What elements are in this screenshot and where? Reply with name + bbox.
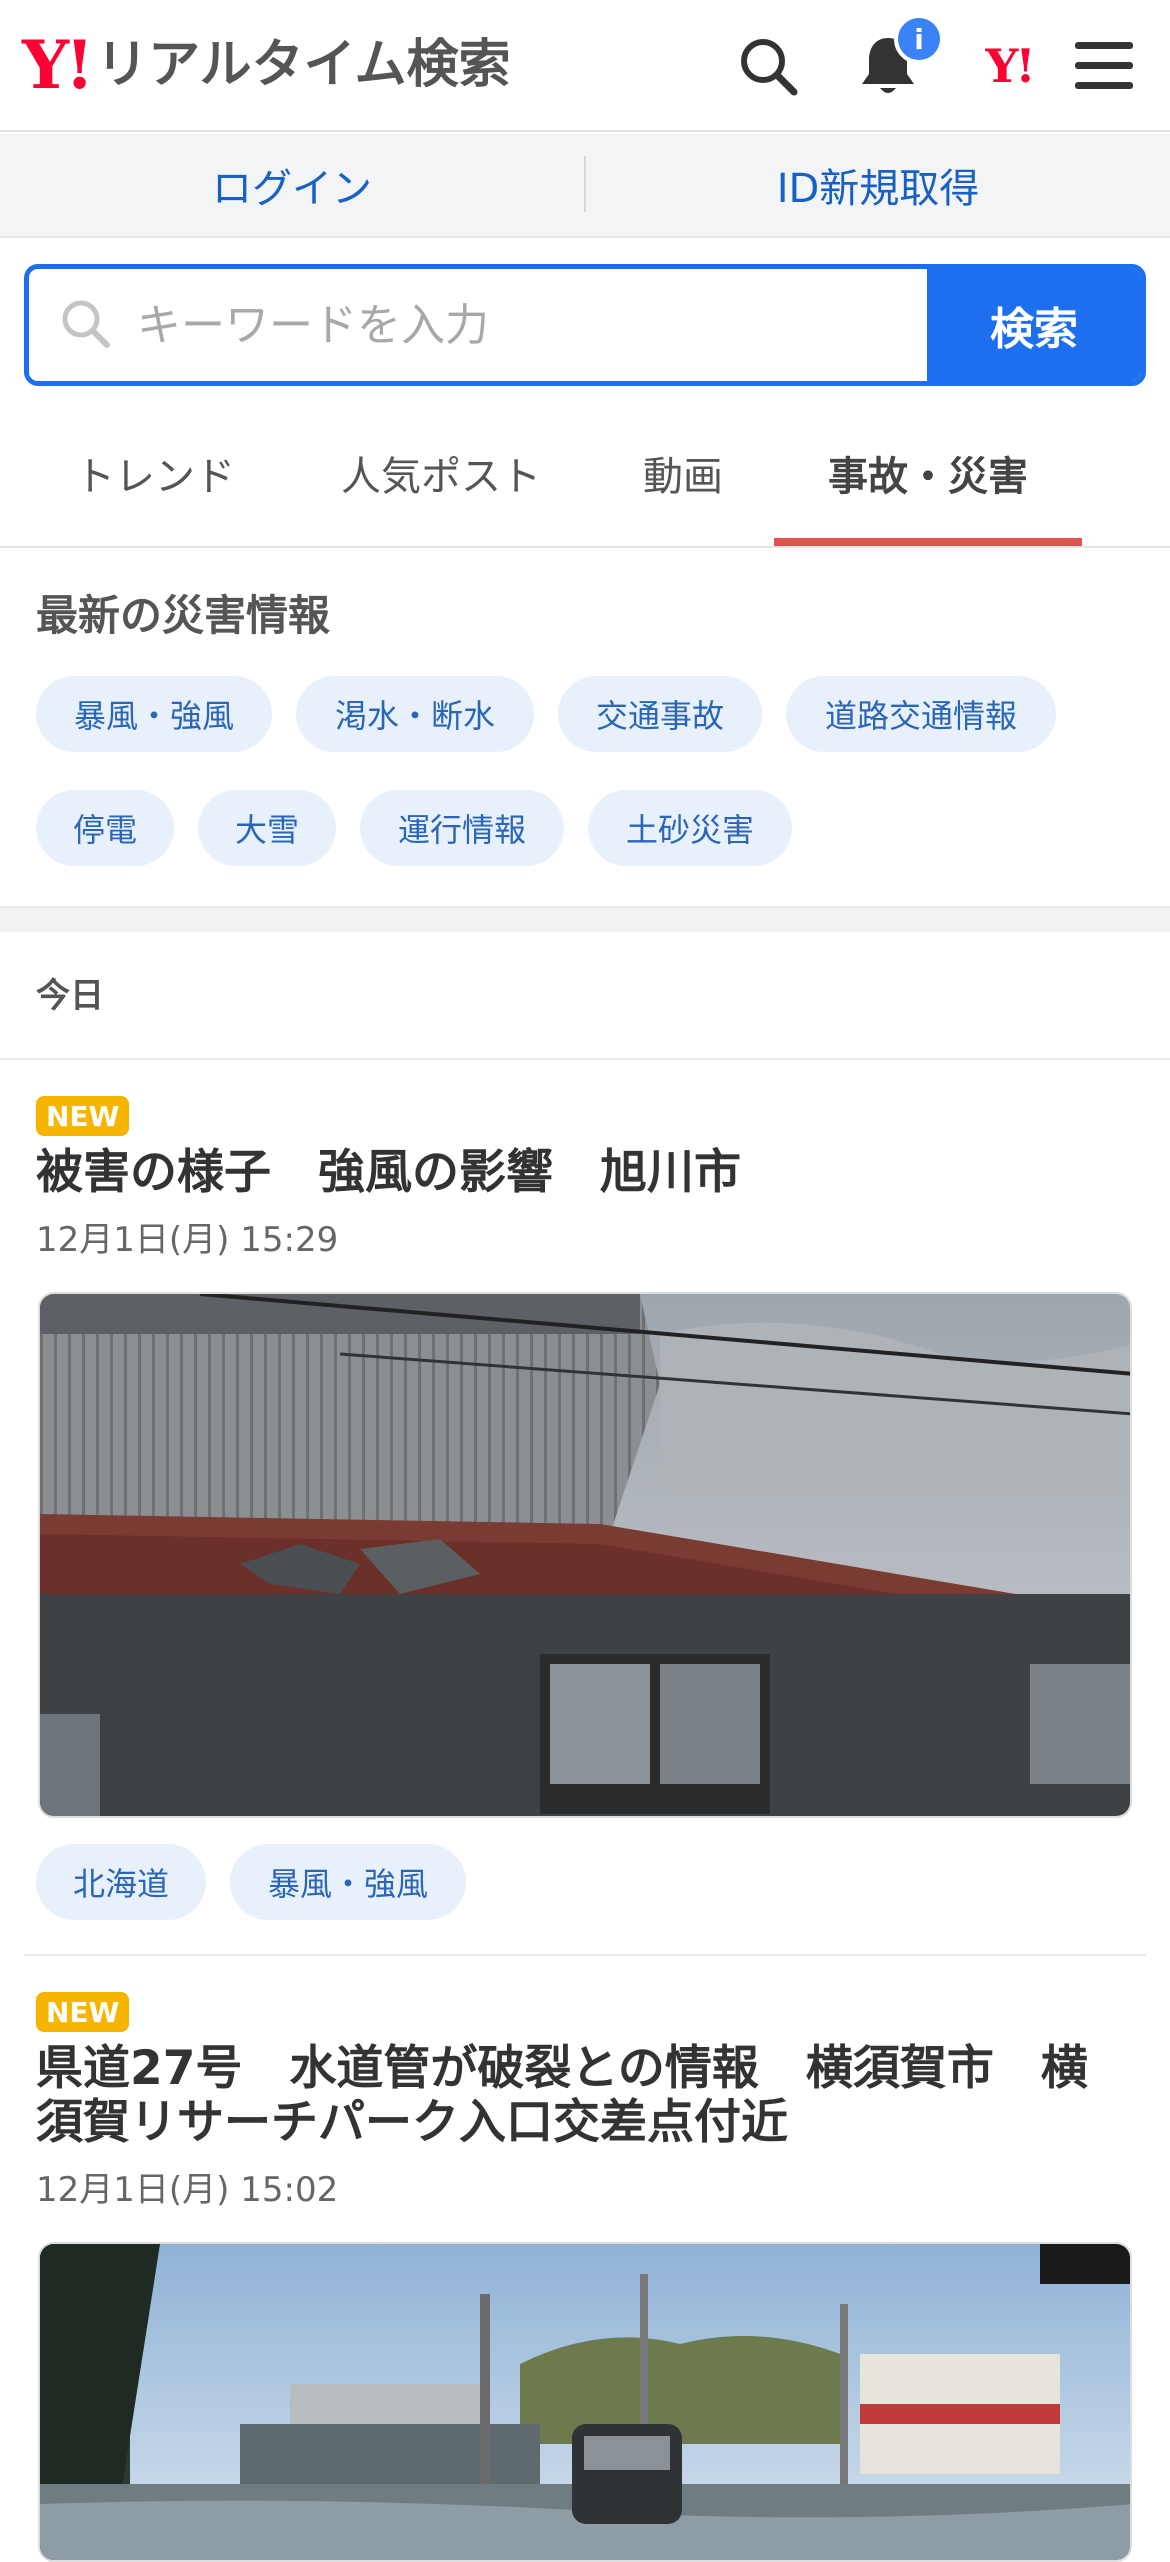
post-date: 12月1日(月) 15:02 bbox=[36, 2170, 339, 2210]
chip-heavy-snow[interactable]: 大雪 bbox=[198, 790, 336, 866]
search-icon[interactable] bbox=[730, 28, 806, 104]
yahoo-home-icon[interactable]: Y! bbox=[968, 28, 1050, 104]
chip-storm[interactable]: 暴風・強風 bbox=[36, 676, 272, 752]
damaged-roof-photo[interactable] bbox=[38, 1292, 1132, 1818]
hamburger-menu-icon[interactable] bbox=[1066, 28, 1142, 104]
app-header: Y! リアルタイム検索 i Y! bbox=[0, 0, 1170, 132]
tab-label: 動画 bbox=[643, 454, 723, 500]
category-tabs: トレンド 人気ポスト 動画 事故・災害 bbox=[0, 400, 1170, 548]
yahoo-small-logo: Y! bbox=[985, 39, 1035, 93]
tab-label: トレンド bbox=[75, 454, 235, 500]
post-date: 12月1日(月) 15:29 bbox=[36, 1220, 339, 1260]
notification-badge: i bbox=[894, 14, 944, 64]
chip-landslide[interactable]: 土砂災害 bbox=[588, 790, 792, 866]
yahoo-logo-mark: Y! bbox=[22, 26, 94, 104]
yahoo-realtime-logo[interactable]: Y! リアルタイム検索 bbox=[22, 30, 511, 100]
new-badge: NEW bbox=[36, 1992, 130, 2032]
chip-train-service[interactable]: 運行情報 bbox=[360, 790, 564, 866]
search-field-icon bbox=[57, 295, 113, 355]
divider bbox=[24, 1954, 1146, 1956]
post-title[interactable]: 県道27号 水道管が破裂との情報 横須賀市 横須賀リサーチパーク入口交差点付近 bbox=[36, 2042, 1126, 2150]
divider bbox=[0, 1058, 1170, 1060]
chip-road-traffic[interactable]: 道路交通情報 bbox=[786, 676, 1056, 752]
tag-hokkaido[interactable]: 北海道 bbox=[36, 1844, 206, 1920]
chip-water-outage[interactable]: 渇水・断水 bbox=[296, 676, 534, 752]
post-title[interactable]: 被害の様子 強風の影響 旭川市 bbox=[36, 1146, 1126, 1200]
tag-storm[interactable]: 暴風・強風 bbox=[230, 1844, 466, 1920]
logo-text: リアルタイム検索 bbox=[96, 35, 511, 95]
chip-traffic-accident[interactable]: 交通事故 bbox=[558, 676, 762, 752]
search-button[interactable]: 検索 bbox=[927, 269, 1141, 381]
login-bar: ログイン ID新規取得 bbox=[0, 134, 1170, 238]
disaster-info-title: 最新の災害情報 bbox=[36, 591, 331, 640]
register-link[interactable]: ID新規取得 bbox=[586, 134, 1170, 236]
tab-trend[interactable]: トレンド bbox=[40, 400, 270, 546]
date-group-label: 今日 bbox=[36, 976, 104, 1016]
tab-accidents-disasters[interactable]: 事故・災害 bbox=[774, 400, 1082, 546]
tab-popular-posts[interactable]: 人気ポスト bbox=[316, 400, 566, 546]
tab-label: 人気ポスト bbox=[341, 454, 541, 500]
section-separator bbox=[0, 906, 1170, 932]
search-field[interactable] bbox=[29, 269, 927, 381]
flooded-road-photo[interactable] bbox=[38, 2242, 1132, 2562]
search-input[interactable] bbox=[135, 298, 839, 352]
new-badge: NEW bbox=[36, 1096, 130, 1136]
active-tab-indicator bbox=[774, 538, 1082, 546]
chip-power-outage[interactable]: 停電 bbox=[36, 790, 174, 866]
login-link[interactable]: ログイン bbox=[0, 134, 584, 236]
tab-label: 事故・災害 bbox=[828, 454, 1028, 500]
tab-video[interactable]: 動画 bbox=[600, 400, 766, 546]
search-bar: 検索 bbox=[24, 264, 1146, 386]
